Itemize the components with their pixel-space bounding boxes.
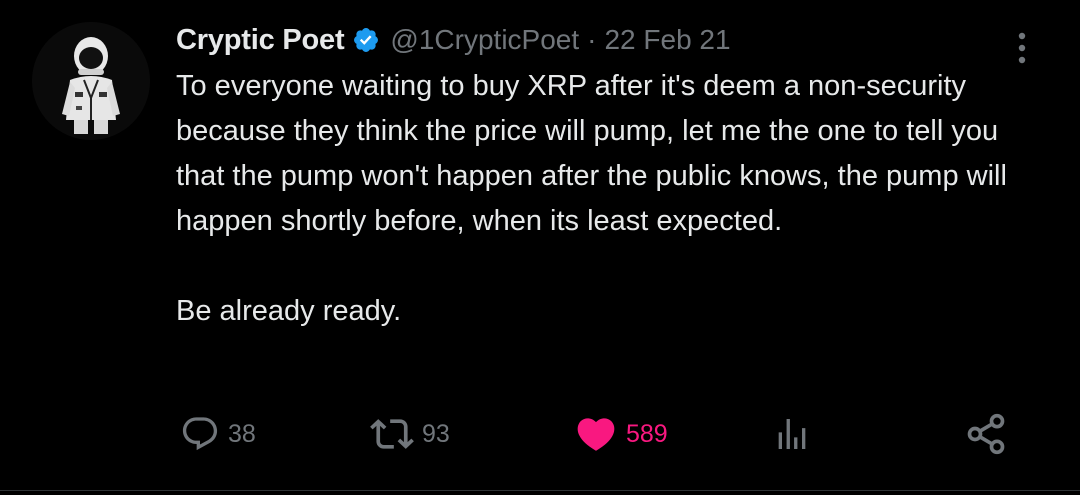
views-button[interactable] [772, 410, 812, 458]
retweet-button[interactable]: 93 [370, 410, 450, 458]
share-button[interactable] [964, 410, 1008, 458]
tweet-header: Cryptic Poet @1CrypticPoet · 22 Feb 21 [176, 18, 731, 62]
action-bar: 38 93 589 [0, 410, 1080, 458]
author-handle[interactable]: @1CrypticPoet [390, 24, 579, 56]
tweet-text: To everyone waiting to buy XRP after it'… [176, 64, 1036, 334]
retweet-count: 93 [422, 419, 450, 448]
author-name[interactable]: Cryptic Poet [176, 24, 345, 57]
heart-icon [577, 418, 615, 451]
tweet-paragraph: To everyone waiting to buy XRP after it'… [176, 70, 1007, 237]
reply-count: 38 [228, 419, 256, 448]
tweet-card[interactable]: Cryptic Poet @1CrypticPoet · 22 Feb 21 T… [0, 0, 1080, 495]
astronaut-avatar-icon [32, 22, 150, 140]
share-nodes-icon [967, 413, 1005, 455]
reply-bubble-icon [182, 417, 218, 451]
avatar[interactable] [32, 22, 150, 140]
verified-badge-icon [354, 28, 379, 52]
like-button[interactable]: 589 [574, 410, 668, 458]
analytics-bars-icon [778, 419, 806, 449]
like-count: 589 [626, 419, 668, 448]
divider [0, 490, 1080, 491]
reply-button[interactable]: 38 [180, 410, 256, 458]
retweet-icon [370, 419, 414, 449]
tweet-date[interactable]: 22 Feb 21 [604, 24, 730, 56]
more-vertical-icon[interactable] [1010, 28, 1034, 68]
tweet-paragraph: Be already ready. [176, 295, 402, 327]
separator-dot: · [587, 24, 597, 55]
